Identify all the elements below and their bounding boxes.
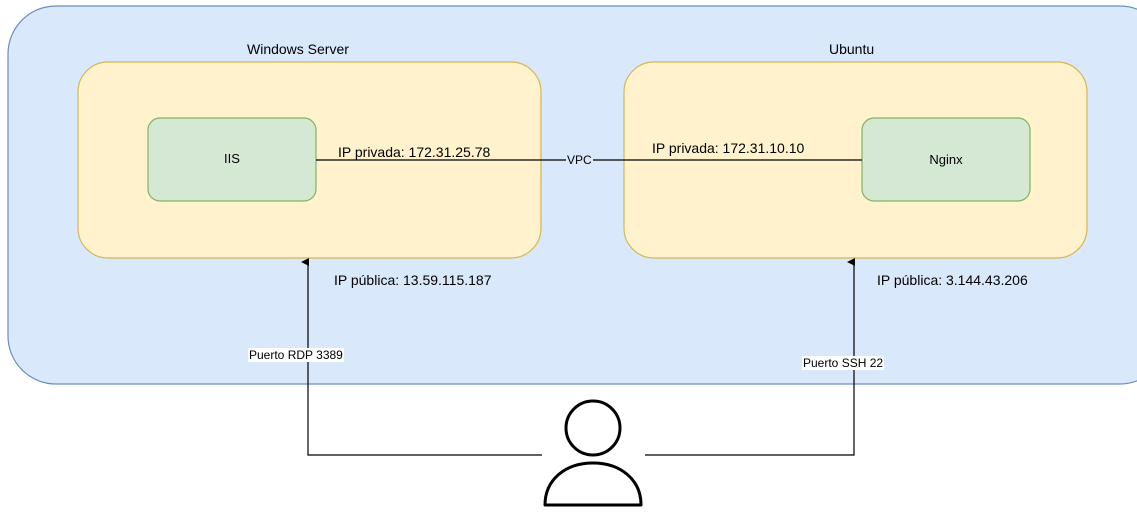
iis-label: IIS xyxy=(224,151,240,166)
windows-server-title: Windows Server xyxy=(247,41,349,57)
windows-private-ip: IP privada: 172.31.25.78 xyxy=(338,144,491,160)
user-icon xyxy=(543,399,643,507)
nginx-label: Nginx xyxy=(929,152,963,167)
diagram-canvas xyxy=(7,5,1137,507)
windows-public-ip: IP pública: 13.59.115.187 xyxy=(334,272,492,288)
rdp-port-label: Puerto RDP 3389 xyxy=(248,348,344,362)
network-diagram: Windows Server Ubuntu IIS Nginx IP priva… xyxy=(0,0,1137,510)
ubuntu-title: Ubuntu xyxy=(829,41,875,57)
ubuntu-public-ip: IP pública: 3.144.43.206 xyxy=(877,272,1028,288)
vpc-label: VPC xyxy=(566,153,593,167)
ubuntu-private-ip: IP privada: 172.31.10.10 xyxy=(652,140,805,156)
ssh-port-label: Puerto SSH 22 xyxy=(802,356,885,370)
